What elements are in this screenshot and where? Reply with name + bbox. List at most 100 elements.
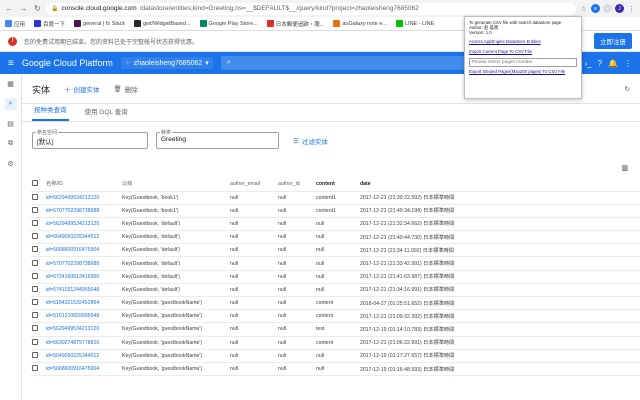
row-checkbox[interactable] [30,243,44,258]
project-name: zhaoleisheng7685062 [133,59,203,67]
export-selected-pages-link[interactable]: Export Slected Pages(Max200 pages) To CS… [469,69,577,74]
entity-id-link[interactable]: id=5724160613416960 [46,274,99,280]
bookmark-item[interactable]: 日本郵便追跡・服... [266,20,324,28]
entity-id-link[interactable]: id=5741031244955648 [46,287,99,293]
datastore-icon[interactable]: ▦ [5,78,17,90]
row-checkbox[interactable] [30,362,44,377]
table-row[interactable]: id=5668600916475904 Key(Guestbook, 'guest… [30,362,640,377]
entity-id-link[interactable]: id=5154321532452864 [46,300,99,306]
query-icon[interactable]: ⌕ [4,98,17,110]
bookmark-item[interactable]: 百度一下 [34,20,65,28]
upgrade-button[interactable]: 立即注册 [594,33,632,49]
cloud-shell-icon[interactable]: ›_ [584,59,591,68]
cell-content: null [314,256,358,271]
bookmark-item[interactable]: 应用 [5,20,25,28]
entity-id-link[interactable]: id=5629499534213120 [46,195,99,201]
table-row[interactable]: id=5154321532452864 Key(Guestbook, 'guest… [30,296,640,311]
table-row[interactable]: id=5649050225344512 Key(Guestbook, 'guest… [30,349,640,363]
entity-id-link[interactable]: id=5707702298738688 [46,208,99,214]
row-checkbox[interactable] [30,322,44,337]
cell-parent: Key(Guestbook, 'guestbookName') [120,336,228,350]
tab-query-by-kind[interactable]: 按种类查询 [32,104,69,121]
row-checkbox[interactable] [30,309,44,324]
url-bar[interactable]: 🔒 console.cloud.google.com/datastore/ent… [46,2,576,15]
bookmark-item[interactable]: Google Play Store... [199,20,258,27]
access-entities-link[interactable]: Access AppEngine DataStore Entities [469,39,577,44]
table-row[interactable]: id=5649050225344512 Key(Guestbook, 'defau… [30,230,640,245]
star-icon[interactable]: ☆ [579,4,588,13]
column-display-icon[interactable]: ▥ [621,164,628,172]
bookmark-item[interactable]: gwt/WidgetBased... [134,20,191,27]
kind-select[interactable]: 种类 Greeting [156,129,279,149]
row-checkbox[interactable] [30,191,44,205]
col-name-id[interactable]: 名称/ID [44,177,120,192]
export-current-page-link[interactable]: Export Current Page To CSV File [469,49,577,54]
table-row[interactable]: id=5741031244955648 Key(Guestbook, 'defau… [30,283,640,298]
pages-number-input[interactable] [469,58,577,67]
cell-author-id: null [276,270,314,284]
extension-icon[interactable]: e [591,4,600,13]
entity-id-link[interactable]: id=5161210659995648 [46,313,99,319]
delete-button[interactable]: 🗑 删除 [114,84,138,94]
more-icon[interactable]: ⋮ [624,59,632,68]
col-parent[interactable]: 父级 [120,177,228,192]
hamburger-menu-icon[interactable]: ≡ [8,58,14,69]
row-checkbox[interactable] [30,349,44,363]
extension-icon-2[interactable]: ▪ [603,4,612,13]
col-content[interactable]: content [314,177,358,192]
row-checkbox[interactable] [30,217,44,232]
filter-entities-button[interactable]: ☰ 过滤实体 [293,136,328,146]
cell-parent: Key(Guestbook, 'default') [120,243,228,258]
project-selector[interactable]: ⁘ zhaoleisheng7685062 ▾ [120,57,213,69]
col-author-id[interactable]: author_id [276,177,314,192]
notifications-icon[interactable]: 🔔 [608,59,618,68]
table-row[interactable]: id=5668600916475904 Key(Guestbook, 'defau… [30,243,640,258]
table-row[interactable]: id=5629499534213120 Key(Guestbook, 'defau… [30,217,640,232]
bookmark-item[interactable]: auGalaxy note e... [333,20,387,27]
table-row[interactable]: id=5707702298738688 Key(Guestbook, 'book1… [30,204,640,218]
col-date[interactable]: date [358,177,640,192]
row-checkbox[interactable] [30,204,44,218]
table-row[interactable]: id=5629499534213120 Key(Guestbook, 'guest… [30,322,640,337]
entity-id-link[interactable]: id=5629499534213120 [46,221,99,227]
entity-id-link[interactable]: id=5707702298738688 [46,261,99,267]
table-row[interactable]: id=5161210659995648 Key(Guestbook, 'guest… [30,309,640,324]
forward-icon[interactable]: → [18,3,29,14]
namespace-select[interactable]: 命名空间 [默认] [32,129,148,149]
row-checkbox[interactable] [30,296,44,311]
row-checkbox[interactable] [30,336,44,350]
back-icon[interactable]: ← [4,3,15,14]
settings-icon[interactable]: ⚙ [5,158,17,170]
cell-content: null [314,349,358,363]
add-icon: ＋ [64,87,71,94]
row-checkbox[interactable] [30,230,44,245]
table-row[interactable]: id=5629499534213120 Key(Guestbook, 'book1… [30,191,640,205]
col-author-email[interactable]: author_email [228,177,276,192]
row-checkbox[interactable] [30,283,44,298]
select-all-checkbox[interactable] [30,177,44,192]
entity-id-link[interactable]: id=5668600916475904 [46,366,99,372]
tab-gql-query[interactable]: 使用 GQL 查询 [83,106,130,121]
menu-icon[interactable]: ⋮ [627,4,636,13]
row-checkbox[interactable] [30,256,44,271]
entity-id-link[interactable]: id=5649050225344512 [46,234,99,240]
dashboard-icon[interactable]: ▤ [5,118,17,130]
entity-id-link[interactable]: id=5630274879778816 [46,340,99,346]
help-icon[interactable]: ? [598,59,602,68]
table-row[interactable]: id=5724160613416960 Key(Guestbook, 'defau… [30,270,640,284]
bookmark-item[interactable]: general | fs Slack [74,20,125,27]
reload-icon[interactable]: ↻ [32,3,43,14]
table-row[interactable]: id=5630274879778816 Key(Guestbook, 'guest… [30,336,640,350]
table-row[interactable]: id=5707702298738688 Key(Guestbook, 'defau… [30,256,640,271]
indexes-icon[interactable]: ⧉ [5,138,17,150]
create-entity-button[interactable]: ＋ 创建实体 [64,84,100,94]
entity-id-link[interactable]: id=5668600916475904 [46,247,99,253]
entity-id-link[interactable]: id=5649050225344512 [46,353,99,359]
cell-author-email: null [228,270,276,284]
bookmark-item[interactable]: LINE - LINE [395,20,434,27]
refresh-icon[interactable]: ↻ [625,85,630,93]
entity-id-link[interactable]: id=5629499534213120 [46,326,99,332]
profile-avatar[interactable]: J [615,4,624,13]
bookmark-favicon-icon [333,20,341,27]
row-checkbox[interactable] [30,270,44,284]
